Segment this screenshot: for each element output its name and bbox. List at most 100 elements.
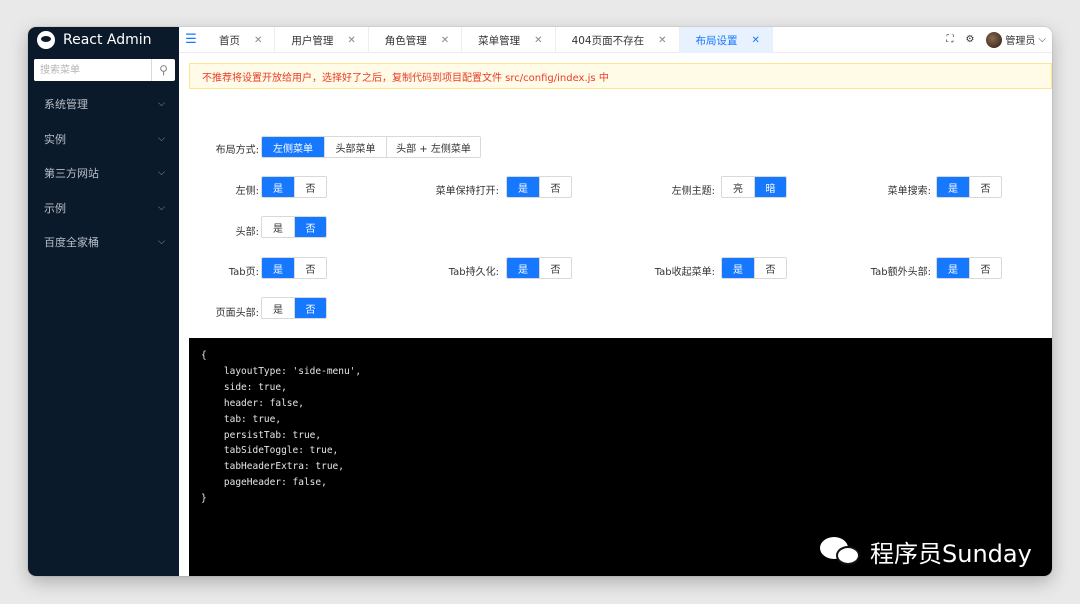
option-top-side-menu[interactable]: 头部 + 左侧菜单 bbox=[386, 137, 480, 157]
option-no[interactable]: 否 bbox=[539, 177, 571, 197]
page-header-toggle: 是 否 bbox=[261, 297, 327, 319]
option-side-menu[interactable]: 左侧菜单 bbox=[262, 137, 324, 157]
option-light[interactable]: 亮 bbox=[722, 177, 754, 197]
watermark-text: 程序员Sunday bbox=[870, 539, 1032, 568]
option-yes[interactable]: 是 bbox=[937, 258, 969, 278]
brand[interactable]: React Admin bbox=[28, 27, 179, 53]
sidebar-item-label: 百度全家桶 bbox=[44, 236, 99, 250]
user-name: 管理员 bbox=[1005, 36, 1036, 47]
option-top-menu[interactable]: 头部菜单 bbox=[324, 137, 386, 157]
option-yes[interactable]: 是 bbox=[262, 258, 294, 278]
chevron-down-icon: ⌵ bbox=[158, 202, 165, 213]
sidebar-item-examples[interactable]: 示例 ⌵ bbox=[28, 191, 179, 226]
keep-open-label: 菜单保持打开: bbox=[435, 186, 499, 197]
chevron-down-icon: ⌵ bbox=[158, 99, 165, 110]
chevron-down-icon: ⌵ bbox=[158, 237, 165, 248]
option-dark[interactable]: 暗 bbox=[754, 177, 786, 197]
menu-search-label: 菜单搜索: bbox=[887, 186, 931, 197]
tab-label: 首页 bbox=[219, 34, 240, 47]
sidebar-menu: 系统管理 ⌵ 实例 ⌵ 第三方网站 ⌵ 示例 ⌵ 百度全家桶 ⌵ bbox=[28, 87, 179, 260]
tab-404[interactable]: 404页面不存在 ✕ bbox=[556, 27, 680, 53]
tab-extra-label: Tab额外头部: bbox=[870, 267, 931, 278]
option-yes[interactable]: 是 bbox=[507, 177, 539, 197]
user-menu[interactable]: 管理员 ⌵ bbox=[986, 31, 1046, 48]
code-line: tabSideToggle: true, bbox=[201, 445, 339, 457]
warning-alert: 不推荐将设置开放给用户，选择好了之后，复制代码到项目配置文件 src/confi… bbox=[189, 63, 1052, 89]
chevron-down-icon: ⌵ bbox=[158, 133, 165, 144]
search-icon[interactable]: ⚲ bbox=[151, 59, 175, 81]
option-no[interactable]: 否 bbox=[294, 258, 326, 278]
gear-icon[interactable]: ⚙ bbox=[965, 34, 974, 45]
option-yes[interactable]: 是 bbox=[262, 177, 294, 197]
sidebar-item-label: 示例 bbox=[44, 201, 66, 215]
tab-label: 布局设置 bbox=[695, 34, 738, 47]
close-icon[interactable]: ✕ bbox=[658, 35, 666, 46]
option-yes[interactable]: 是 bbox=[262, 217, 294, 237]
tab-persist-toggle: 是 否 bbox=[506, 257, 572, 279]
close-icon[interactable]: ✕ bbox=[441, 35, 449, 46]
tab-label: 404页面不存在 bbox=[571, 34, 645, 47]
option-no[interactable]: 否 bbox=[754, 258, 786, 278]
layout-label: 布局方式: bbox=[215, 145, 259, 156]
option-yes[interactable]: 是 bbox=[937, 177, 969, 197]
tab-roles[interactable]: 角色管理 ✕ bbox=[369, 27, 463, 53]
code-line: tab: true, bbox=[201, 413, 282, 425]
menu-search-toggle: 是 否 bbox=[936, 176, 1002, 198]
tab-home[interactable]: 首页 ✕ bbox=[203, 27, 276, 53]
option-yes[interactable]: 是 bbox=[722, 258, 754, 278]
sidebar-item-baidu[interactable]: 百度全家桶 ⌵ bbox=[28, 225, 179, 260]
sidebar-item-label: 第三方网站 bbox=[44, 167, 99, 181]
alert-text: 不推荐将设置开放给用户，选择好了之后，复制代码到项目配置文件 src/confi… bbox=[202, 72, 609, 84]
tab-toggle-menu-toggle: 是 否 bbox=[721, 257, 787, 279]
code-line: layoutType: 'side-menu', bbox=[201, 365, 362, 377]
tab-layout-settings[interactable]: 布局设置 ✕ bbox=[679, 27, 773, 53]
tab-bar: 首页 ✕ 用户管理 ✕ 角色管理 ✕ 菜单管理 ✕ 404页面不存在 ✕ 布局设… bbox=[203, 27, 773, 53]
chevron-down-icon: ⌵ bbox=[1038, 34, 1046, 45]
menu-fold-icon[interactable]: ☰ bbox=[179, 27, 203, 52]
close-icon[interactable]: ✕ bbox=[347, 35, 355, 46]
code-line: persistTab: true, bbox=[201, 429, 322, 441]
option-yes[interactable]: 是 bbox=[507, 258, 539, 278]
menu-search-input[interactable] bbox=[34, 59, 151, 81]
option-no[interactable]: 否 bbox=[294, 217, 326, 237]
tab-users[interactable]: 用户管理 ✕ bbox=[275, 27, 369, 53]
option-no[interactable]: 否 bbox=[969, 177, 1001, 197]
sidebar-item-label: 实例 bbox=[44, 132, 66, 146]
fullscreen-icon[interactable]: ⛶ bbox=[946, 34, 953, 45]
tab-label: Tab页: bbox=[228, 267, 259, 278]
sidebar-item-third-party[interactable]: 第三方网站 ⌵ bbox=[28, 156, 179, 191]
side-toggle: 是 否 bbox=[261, 176, 327, 198]
app-window: React Admin ⚲ 系统管理 ⌵ 实例 ⌵ 第三方网站 ⌵ 示例 ⌵ bbox=[28, 27, 1052, 576]
side-label: 左侧: bbox=[235, 186, 259, 197]
option-no[interactable]: 否 bbox=[294, 177, 326, 197]
tab-label: 用户管理 bbox=[291, 34, 334, 47]
sidebar-item-instance[interactable]: 实例 ⌵ bbox=[28, 122, 179, 157]
option-yes[interactable]: 是 bbox=[262, 298, 294, 318]
logo-icon bbox=[37, 31, 55, 49]
top-bar: ☰ 首页 ✕ 用户管理 ✕ 角色管理 ✕ 菜单管理 ✕ 404页面不存在 ✕ 布… bbox=[179, 27, 1052, 53]
keep-open-toggle: 是 否 bbox=[506, 176, 572, 198]
sidebar-item-system[interactable]: 系统管理 ⌵ bbox=[28, 87, 179, 122]
sidebar: React Admin ⚲ 系统管理 ⌵ 实例 ⌵ 第三方网站 ⌵ 示例 ⌵ bbox=[28, 27, 179, 576]
menu-search: ⚲ bbox=[34, 59, 175, 81]
option-no[interactable]: 否 bbox=[294, 298, 326, 318]
app-name: React Admin bbox=[63, 32, 152, 48]
header-actions: ⛶ ⚙ 管理员 ⌵ bbox=[946, 27, 1052, 52]
header-label: 头部: bbox=[235, 227, 259, 238]
code-line: tabHeaderExtra: true, bbox=[201, 461, 344, 473]
tab-menus[interactable]: 菜单管理 ✕ bbox=[462, 27, 556, 53]
close-icon[interactable]: ✕ bbox=[752, 35, 760, 46]
layout-select: 左侧菜单 头部菜单 头部 + 左侧菜单 bbox=[261, 136, 481, 158]
tab-extra-toggle: 是 否 bbox=[936, 257, 1002, 279]
code-line: header: false, bbox=[201, 397, 304, 409]
tab-label: 角色管理 bbox=[384, 34, 427, 47]
close-icon[interactable]: ✕ bbox=[534, 35, 542, 46]
sidebar-item-label: 系统管理 bbox=[44, 98, 88, 112]
code-line: { bbox=[201, 350, 207, 361]
close-icon[interactable]: ✕ bbox=[254, 35, 262, 46]
option-no[interactable]: 否 bbox=[969, 258, 1001, 278]
header-toggle: 是 否 bbox=[261, 216, 327, 238]
main-content: 不推荐将设置开放给用户，选择好了之后，复制代码到项目配置文件 src/confi… bbox=[179, 53, 1052, 576]
wechat-icon bbox=[818, 533, 864, 569]
option-no[interactable]: 否 bbox=[539, 258, 571, 278]
